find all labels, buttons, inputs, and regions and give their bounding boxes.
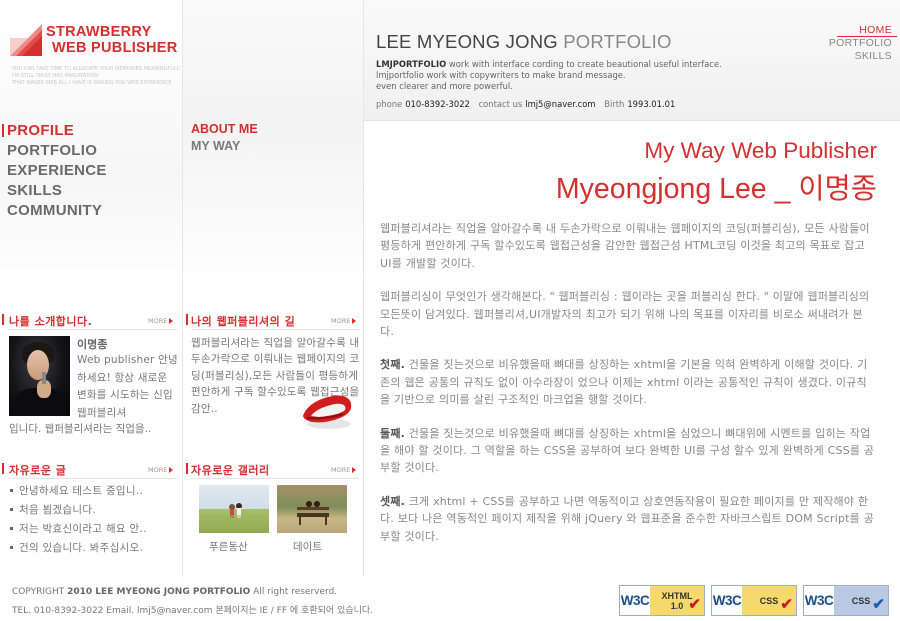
email-link[interactable]: lmj5@naver.com (525, 99, 595, 109)
page-title: LEE MYEONG JONG PORTFOLIO (376, 31, 672, 52)
active-nav-marker (2, 124, 4, 137)
checkmark-icon: ✔ (872, 596, 885, 613)
list-item[interactable]: 저는 박효신이라고 해요 안.. (9, 520, 147, 539)
section-marker (186, 463, 188, 474)
subnav-item-my-way[interactable]: MY WAY (191, 138, 258, 155)
paragraph: 웹퍼블리싱이 무엇인가 생각해본다. " 웹퍼블리싱 : 웹이라는 곳을 퍼블리… (380, 290, 870, 339)
sub-nav: ABOUT ME MY WAY (191, 121, 258, 155)
nav-item-community[interactable]: COMMUNITY (7, 201, 107, 221)
gallery-caption: 푸른동산 (209, 541, 248, 553)
w3c-xhtml-badge[interactable]: W3C XHTML 1.0 ✔ (619, 585, 705, 616)
arrow-right-icon (352, 467, 357, 473)
paragraph: 첫째. 건물을 짓는것으로 비유했을때 뼈대를 상징하는 xhtml을 기본을 … (380, 358, 868, 407)
w3c-css-badge-blue[interactable]: W3C CSS ✔ (803, 585, 889, 616)
checkmark-icon: ✔ (780, 596, 793, 613)
logo-tagline: YOU CAN TAKE TIME TO ALLOCATE YOUR MEMOR… (12, 66, 180, 72)
profile-summary-tail: 입니다. 웹퍼블리셔라는 직업을.. (9, 423, 152, 435)
paragraph: 둘째. 건물을 짓는것으로 비유했을때 뼈대를 상징하는 xhtml을 심었으니… (380, 426, 875, 475)
article-body: 웹퍼블리셔라는 직업을 알아갈수록 내 두손가락으로 이뤄내는 웹페이지의 코딩… (380, 220, 876, 561)
copyright: COPYRIGHT 2010 LEE MYEONG JONG PORTFOLIO… (12, 587, 338, 597)
checkmark-icon: ✔ (688, 596, 701, 613)
top-links: HOME PORTFOLIO SKILLS (829, 24, 892, 63)
logo-title-line2[interactable]: WEB PUBLISHER (52, 40, 178, 56)
w3c-css-badge[interactable]: W3C CSS ✔ (711, 585, 797, 616)
strawberry-logo-icon[interactable] (8, 22, 44, 58)
section-marker (2, 463, 4, 474)
gallery-caption: 데이트 (293, 541, 322, 553)
profile-summary: Web publisher 안녕하세요! 항상 새로운 변화를 시도하는 신입 … (77, 354, 178, 419)
gallery-title: 자유로운 갤러리 (191, 464, 270, 477)
main-nav: PROFILE PORTFOLIO EXPERIENCE SKILLS COMM… (7, 121, 107, 221)
gallery-thumbnail-date[interactable] (277, 485, 347, 533)
section-marker (2, 314, 4, 325)
subnav-item-about-me[interactable]: ABOUT ME (191, 121, 258, 138)
divider (9, 329, 177, 330)
phone-value: 010-8392-3022 (405, 99, 470, 109)
intro-text: LMJPORTFOLIO work with interface cording… (376, 59, 722, 91)
birth-value: 1993.01.01 (627, 99, 676, 109)
nav-item-experience[interactable]: EXPERIENCE (7, 161, 107, 181)
logo-tagline: THAT MAKES WEB ALL I HAVE IS MAKING YOU … (12, 80, 172, 86)
top-link-portfolio[interactable]: PORTFOLIO (829, 37, 892, 50)
footer-contact: TEL. 010-8392-3022 Email. lmj5@naver.com… (12, 606, 374, 616)
list-item[interactable]: 안녕하세요 테스트 중입니.. (9, 482, 147, 501)
divider (9, 478, 177, 479)
nav-item-skills[interactable]: SKILLS (7, 181, 107, 201)
free-board-more-link[interactable]: MORE (148, 466, 174, 474)
paragraph: 셋째. 크게 xhtml + CSS를 공부하고 나면 역동적이고 상호연동작용… (380, 494, 875, 543)
paragraph: 웹퍼블리셔라는 직업을 알아갈수록 내 두손가락으로 이뤄내는 웹페이지의 코딩… (380, 222, 870, 270)
headline: My Way Web Publisher (644, 138, 877, 163)
free-board-title: 자유로운 글 (9, 464, 67, 477)
logo-tagline: I'M STILL TRULY HAS IMAGINATION (12, 73, 98, 79)
nav-item-portfolio[interactable]: PORTFOLIO (7, 141, 107, 161)
avatar (9, 336, 70, 416)
contact-info: phone 010-8392-3022 contact us lmj5@naver.… (376, 99, 676, 109)
divider (191, 329, 359, 330)
divider (191, 478, 359, 479)
nav-item-profile[interactable]: PROFILE (7, 121, 107, 141)
profile-more-link[interactable]: MORE (148, 317, 174, 325)
headline-name: Myeongjong Lee _ 이명종 (555, 173, 877, 205)
way-more-link[interactable]: MORE (331, 317, 357, 325)
top-link-skills[interactable]: SKILLS (829, 50, 892, 63)
red-shoe-image (303, 395, 352, 429)
arrow-right-icon (169, 467, 174, 473)
way-box-title: 나의 웹퍼블리셔의 길 (191, 315, 296, 328)
section-marker (186, 314, 188, 325)
gallery-more-link[interactable]: MORE (331, 466, 357, 474)
profile-box-title: 나를 소개합니다. (9, 315, 93, 328)
arrow-right-icon (352, 318, 357, 324)
free-board-list: 안녕하세요 테스트 중입니.. 처음 뵙겠습니다. 저는 박효신이라고 해요 안… (9, 482, 147, 558)
profile-name: 이명종 (77, 338, 108, 351)
divider (837, 36, 897, 37)
list-item[interactable]: 처음 뵙겠습니다. (9, 501, 147, 520)
arrow-right-icon (169, 318, 174, 324)
gallery-thumbnail-park[interactable] (199, 485, 269, 533)
list-item[interactable]: 건의 있습니다. 봐주십시오. (9, 539, 147, 558)
logo-title-line1[interactable]: STRAWBERRY (46, 24, 152, 40)
